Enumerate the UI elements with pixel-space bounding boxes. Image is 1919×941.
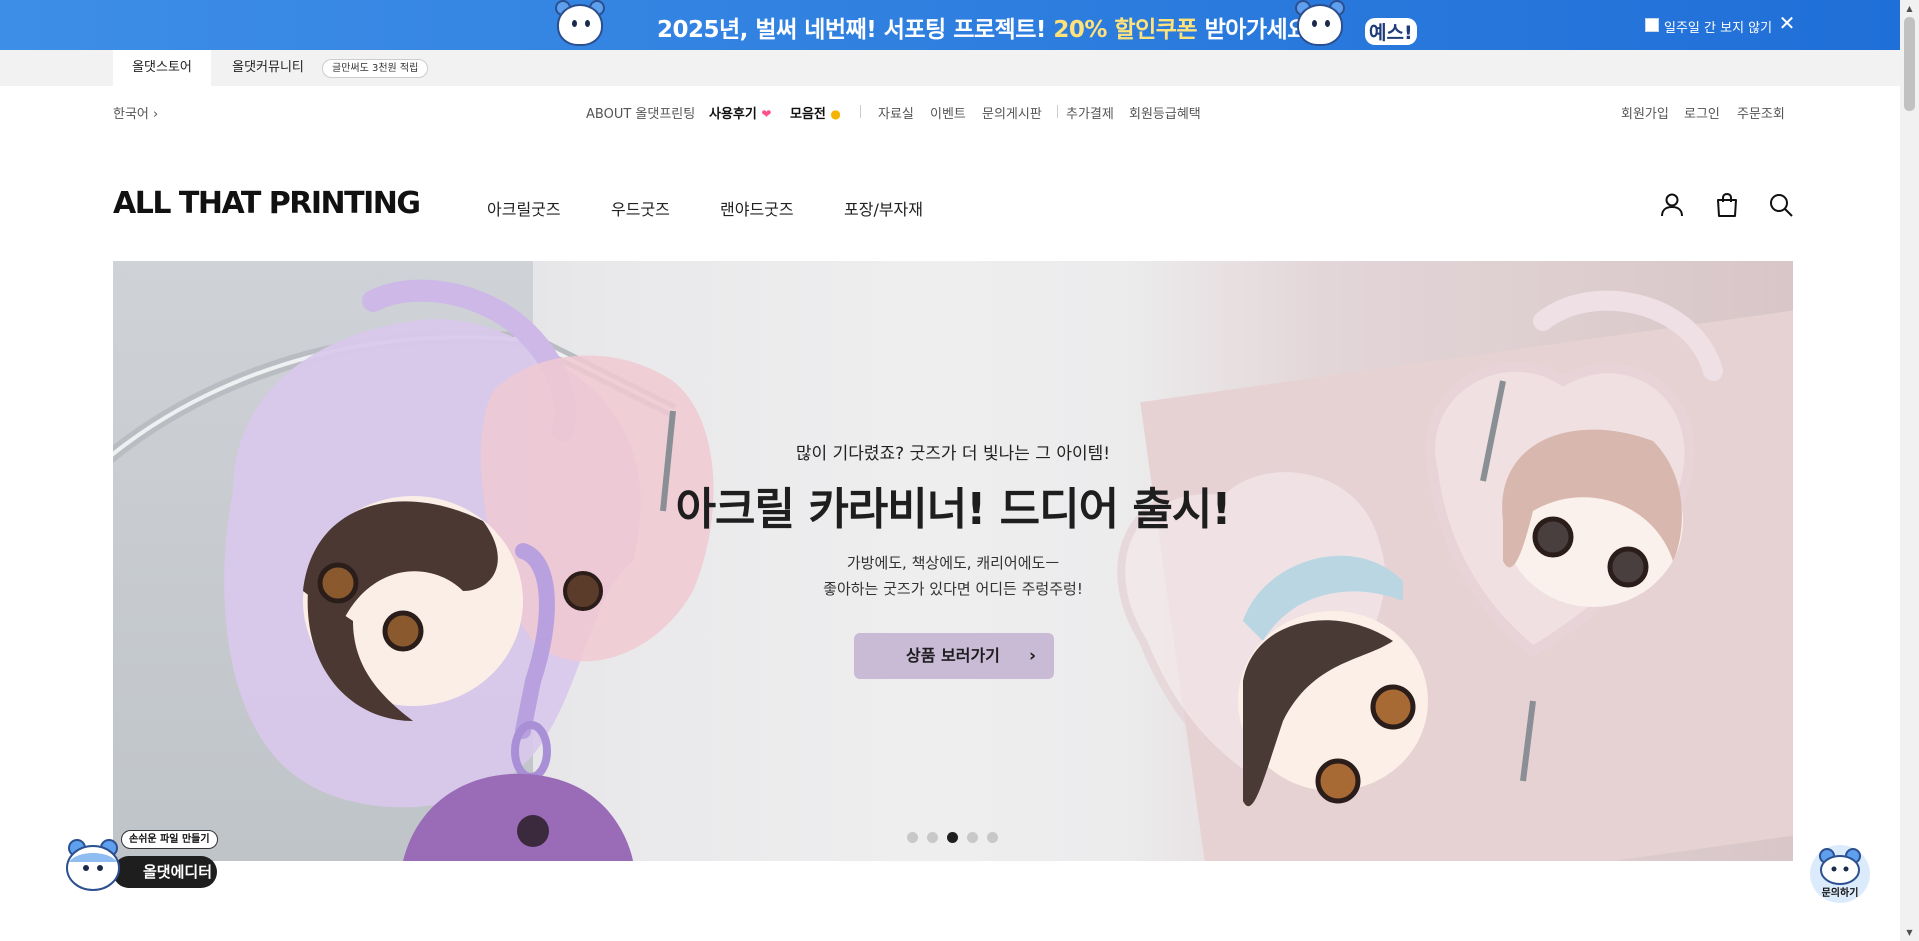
- hero-description-line-1: 가방에도, 책상에도, 캐리어에도ㅡ: [846, 554, 1060, 572]
- nav-order-lookup[interactable]: 주문조회: [1737, 103, 1785, 122]
- nav-extra-payment[interactable]: 추가결제: [1066, 103, 1114, 122]
- gnb-wood-goods[interactable]: 우드굿즈: [611, 196, 670, 220]
- chat-inquiry-button[interactable]: 문의하기: [1810, 845, 1870, 903]
- heart-icon: ❤: [761, 107, 772, 121]
- nav-collection[interactable]: 모음전 ●: [790, 103, 841, 122]
- slider-dot-5[interactable]: [987, 832, 998, 843]
- view-product-button[interactable]: 상품 보러가기 ›: [854, 633, 1054, 679]
- mascot-left-icon: [545, 0, 615, 50]
- promo-bubble: 예스!: [1365, 18, 1417, 45]
- nav-login[interactable]: 로그인: [1684, 103, 1720, 122]
- hide-week-checkbox[interactable]: [1645, 18, 1659, 32]
- site-logo[interactable]: ALL THAT PRINTING: [113, 186, 421, 221]
- mascot-icon: [66, 839, 120, 891]
- tab-allthat-store[interactable]: 올댓스토어: [113, 50, 211, 86]
- nav-reviews[interactable]: 사용후기 ❤: [709, 103, 771, 122]
- mascot-right-icon: [1285, 0, 1355, 50]
- chevron-right-icon: ›: [1028, 646, 1036, 666]
- tab-allthat-community[interactable]: 올댓커뮤니티: [216, 50, 320, 86]
- hero-title: 아크릴 카라비너! 드디어 출시!: [675, 484, 1232, 535]
- chat-label: 문의하기: [1821, 888, 1859, 899]
- promo-banner[interactable]: 2025년, 벌써 네번째! 서포팅 프로젝트! 20% 할인쿠폰 받아가세요!…: [0, 0, 1900, 50]
- nav-inquiry-board[interactable]: 문의게시판: [982, 103, 1042, 122]
- search-icon[interactable]: [1768, 192, 1794, 218]
- hide-week-label[interactable]: 일주일 간 보지 않기: [1664, 17, 1772, 36]
- promo-text-bold: 서포팅 프로젝트!: [883, 17, 1054, 43]
- nav-about[interactable]: ABOUT 올댓프린팅: [586, 103, 695, 122]
- community-reward-badge[interactable]: 글만써도 3천원 적립: [322, 59, 429, 78]
- user-icon[interactable]: [1659, 192, 1685, 218]
- close-icon[interactable]: ✕: [1776, 12, 1798, 34]
- hero-description: 가방에도, 책상에도, 캐리어에도ㅡ 좋아하는 굿즈가 있다면 어디든 주렁주렁…: [113, 550, 1793, 602]
- coin-icon: ●: [830, 107, 841, 121]
- gnb-packaging[interactable]: 포장/부자재: [844, 196, 923, 220]
- view-product-button-label: 상품 보러가기: [906, 646, 1000, 665]
- slider-dot-3[interactable]: [947, 832, 958, 843]
- nav-signup[interactable]: 회원가입: [1621, 103, 1669, 122]
- slider-dot-2[interactable]: [927, 832, 938, 843]
- page-scrollbar[interactable]: ▲ ▼: [1900, 0, 1919, 941]
- allthat-editor-badge[interactable]: 올댓에디터 손쉬운 파일 만들기: [63, 830, 223, 892]
- util-divider: [1057, 105, 1058, 118]
- language-selector[interactable]: 한국어 ›: [113, 103, 158, 122]
- hero-subtitle: 많이 기다렸죠? 굿즈가 더 빛나는 그 아이템!: [795, 444, 1111, 464]
- nav-collection-label: 모음전: [790, 107, 826, 122]
- promo-text: 2025년, 벌써 네번째! 서포팅 프로젝트! 20% 할인쿠폰 받아가세요!: [657, 10, 1318, 44]
- shopping-bag-icon[interactable]: [1714, 192, 1740, 218]
- chat-mascot-icon: [1819, 848, 1861, 885]
- page: 2025년, 벌써 네번째! 서포팅 프로젝트! 20% 할인쿠폰 받아가세요!…: [0, 0, 1919, 941]
- slider-dot-1[interactable]: [907, 832, 918, 843]
- nav-reviews-label: 사용후기: [709, 107, 757, 122]
- promo-text-highlight: 20% 할인쿠폰: [1053, 17, 1198, 43]
- editor-label[interactable]: 올댓에디터: [113, 856, 217, 888]
- gnb-lanyard-goods[interactable]: 랜야드굿즈: [720, 196, 794, 220]
- hero-description-line-2: 좋아하는 굿즈가 있다면 어디든 주렁주렁!: [823, 580, 1083, 598]
- gnb-acrylic-goods[interactable]: 아크릴굿즈: [487, 196, 561, 220]
- editor-tag: 손쉬운 파일 만들기: [121, 830, 218, 849]
- hero-slider[interactable]: 많이 기다렸죠? 굿즈가 더 빛나는 그 아이템! 아크릴 카라비너! 드디어 …: [113, 261, 1793, 861]
- promo-text-prefix: 2025년, 벌써 네번째!: [657, 17, 884, 43]
- scroll-up-arrow-icon[interactable]: ▲: [1900, 0, 1919, 17]
- slider-dot-4[interactable]: [967, 832, 978, 843]
- nav-member-benefits[interactable]: 회원등급혜택: [1129, 103, 1201, 122]
- nav-resources[interactable]: 자료실: [878, 103, 914, 122]
- site-tab-bar: 올댓스토어 올댓커뮤니티 글만써도 3천원 적립: [0, 50, 1900, 86]
- util-divider: [860, 105, 861, 118]
- nav-events[interactable]: 이벤트: [930, 103, 966, 122]
- scroll-thumb[interactable]: [1904, 17, 1915, 111]
- scroll-down-arrow-icon[interactable]: ▼: [1900, 924, 1919, 941]
